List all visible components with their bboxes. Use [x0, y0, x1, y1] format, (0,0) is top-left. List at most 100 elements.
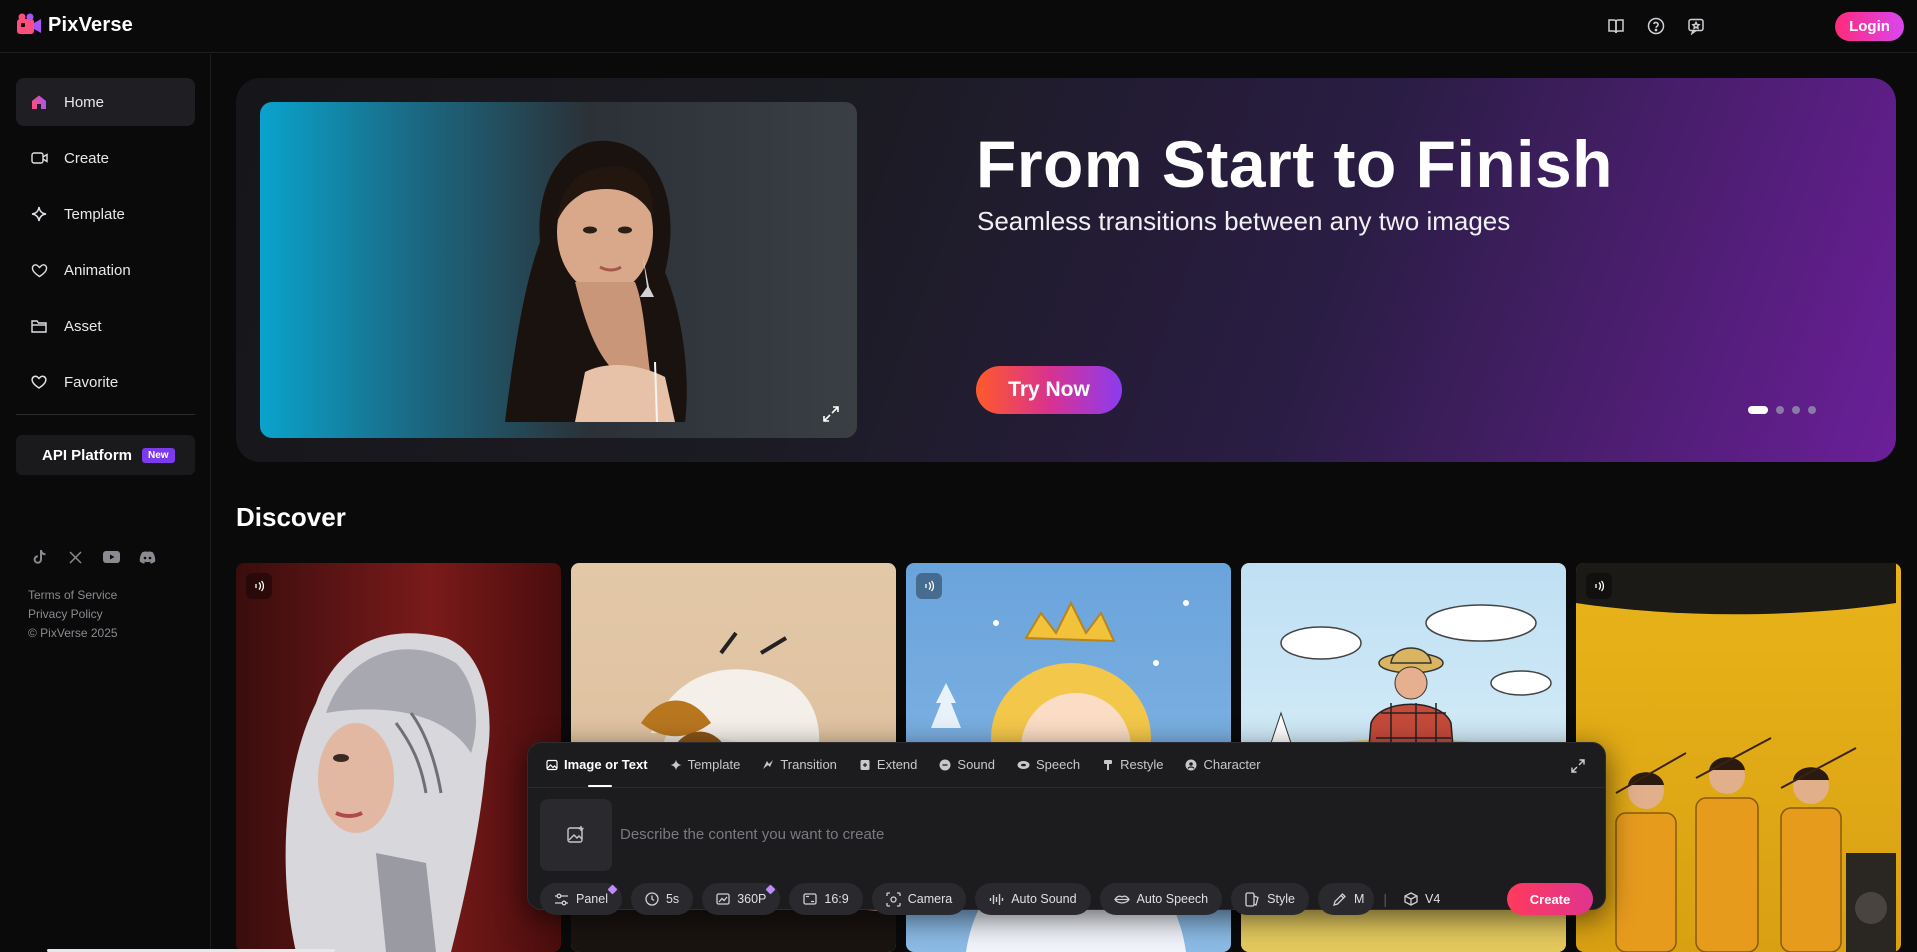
maximize-icon[interactable]: [1569, 757, 1587, 775]
transition-icon: [763, 759, 774, 769]
tab-label: Restyle: [1120, 757, 1164, 772]
heart-hands-icon: [30, 261, 48, 279]
tiktok-icon[interactable]: [30, 548, 48, 566]
carousel-dot[interactable]: [1748, 406, 1768, 414]
tab-speech[interactable]: Speech: [1017, 757, 1080, 772]
tab-label: Image or Text: [564, 757, 648, 772]
terms-link[interactable]: Terms of Service: [28, 588, 118, 602]
sound-on-icon[interactable]: [1586, 573, 1612, 599]
folder-icon: [30, 317, 48, 335]
sidebar-item-create[interactable]: Create: [16, 134, 195, 182]
sidebar-item-favorite[interactable]: Favorite: [16, 358, 195, 406]
tab-label: Sound: [957, 757, 995, 772]
sidebar-item-asset[interactable]: Asset: [16, 302, 195, 350]
expand-icon[interactable]: [819, 402, 843, 426]
feedback-icon[interactable]: [1685, 15, 1707, 37]
resolution-icon: [716, 893, 730, 905]
hero-title: From Start to Finish: [976, 127, 1613, 201]
sidebar-item-home[interactable]: Home: [16, 78, 195, 126]
add-image-icon: [567, 826, 584, 843]
magic-label: M: [1353, 892, 1365, 906]
composer-tabs: Image or Text Template Transition Extend…: [546, 757, 1261, 772]
sidebar-item-label: Favorite: [64, 373, 119, 391]
style-button[interactable]: Style: [1231, 883, 1309, 915]
carousel-dots: [1748, 406, 1816, 414]
tab-character[interactable]: Character: [1185, 757, 1261, 772]
discord-icon[interactable]: [138, 548, 156, 566]
auto-sound-button[interactable]: Auto Sound: [975, 883, 1091, 915]
copyright: © PixVerse 2025: [28, 626, 118, 640]
new-badge: New: [142, 447, 175, 463]
aspect-ratio-icon: [803, 893, 818, 905]
logo[interactable]: PixVerse: [16, 13, 133, 37]
composer-divider: [528, 787, 1605, 788]
auto-sound-label: Auto Sound: [1011, 892, 1077, 906]
cube-icon: [1404, 892, 1418, 906]
video-card[interactable]: [1576, 563, 1901, 952]
sidebar: Home Create Template Animation Asset Fav…: [0, 54, 211, 952]
magic-button[interactable]: M: [1317, 883, 1375, 915]
sidebar-item-animation[interactable]: Animation: [16, 246, 195, 294]
privacy-link[interactable]: Privacy Policy: [28, 607, 118, 621]
restyle-icon: [1104, 759, 1113, 770]
carousel-dot[interactable]: [1776, 406, 1784, 414]
hero-subtitle: Seamless transitions between any two ima…: [977, 206, 1511, 236]
premium-gem-icon: [607, 884, 618, 895]
camera-button[interactable]: Camera: [871, 883, 967, 915]
tab-label: Extend: [876, 757, 918, 772]
help-icon[interactable]: [1645, 15, 1667, 37]
tab-sound[interactable]: Sound: [939, 757, 995, 772]
sliders-icon: [555, 893, 568, 905]
card-thumbnail: [1576, 563, 1896, 952]
app-name: PixVerse: [48, 13, 134, 36]
aspect-ratio-selector[interactable]: 16:9: [789, 883, 863, 915]
sound-on-icon[interactable]: [916, 573, 942, 599]
tab-restyle[interactable]: Restyle: [1102, 757, 1163, 772]
premium-gem-icon: [765, 884, 776, 895]
create-button[interactable]: Create: [1507, 883, 1593, 915]
api-platform-button[interactable]: API Platform New: [16, 435, 195, 475]
pen-icon: [1332, 892, 1346, 906]
sidebar-item-template[interactable]: Template: [16, 190, 195, 238]
sparkle-icon: [30, 205, 48, 223]
carousel-dot[interactable]: [1792, 406, 1800, 414]
tab-extend[interactable]: Extend: [859, 757, 917, 772]
home-icon: [30, 93, 48, 111]
carousel-dot[interactable]: [1808, 406, 1816, 414]
tab-image-or-text[interactable]: Image or Text: [546, 757, 648, 772]
prompt-input[interactable]: [620, 823, 1520, 845]
top-bar: PixVerse Login: [0, 0, 1917, 53]
sidebar-item-label: Animation: [64, 261, 131, 279]
portrait-illustration: [505, 140, 687, 422]
pixverse-logo-icon: [17, 13, 41, 34]
quality-selector[interactable]: 360P: [702, 883, 781, 915]
video-card[interactable]: [236, 563, 561, 952]
try-now-button[interactable]: Try Now: [976, 366, 1122, 414]
hero-image[interactable]: [260, 102, 857, 438]
sidebar-item-label: Home: [64, 93, 105, 111]
panel-button[interactable]: Panel: [540, 883, 622, 915]
book-icon[interactable]: [1605, 15, 1627, 37]
auto-speech-button[interactable]: Auto Speech: [1099, 883, 1223, 915]
youtube-icon[interactable]: [102, 548, 120, 566]
hero-banner: From Start to Finish Seamless transition…: [236, 78, 1896, 462]
discover-heading: Discover: [236, 502, 346, 532]
x-icon[interactable]: [66, 548, 84, 566]
card-thumbnail: [285, 633, 490, 952]
sound-on-icon[interactable]: [246, 573, 272, 599]
tab-template[interactable]: Template: [670, 757, 740, 772]
upload-image-button[interactable]: [540, 799, 612, 871]
login-button[interactable]: Login: [1835, 12, 1904, 41]
style-icon: [1245, 891, 1259, 907]
speech-icon: [1017, 760, 1030, 769]
sparkle-icon: [670, 759, 682, 770]
tab-label: Transition: [780, 757, 837, 772]
model-selector[interactable]: V4: [1396, 883, 1448, 915]
quality-label: 360P: [737, 892, 767, 906]
ratio-label: 16:9: [824, 892, 849, 906]
options-divider: |: [1383, 891, 1387, 907]
model-label: V4: [1425, 892, 1441, 906]
duration-selector[interactable]: 5s: [630, 883, 694, 915]
video-icon: [30, 149, 48, 167]
tab-transition[interactable]: Transition: [762, 757, 837, 772]
